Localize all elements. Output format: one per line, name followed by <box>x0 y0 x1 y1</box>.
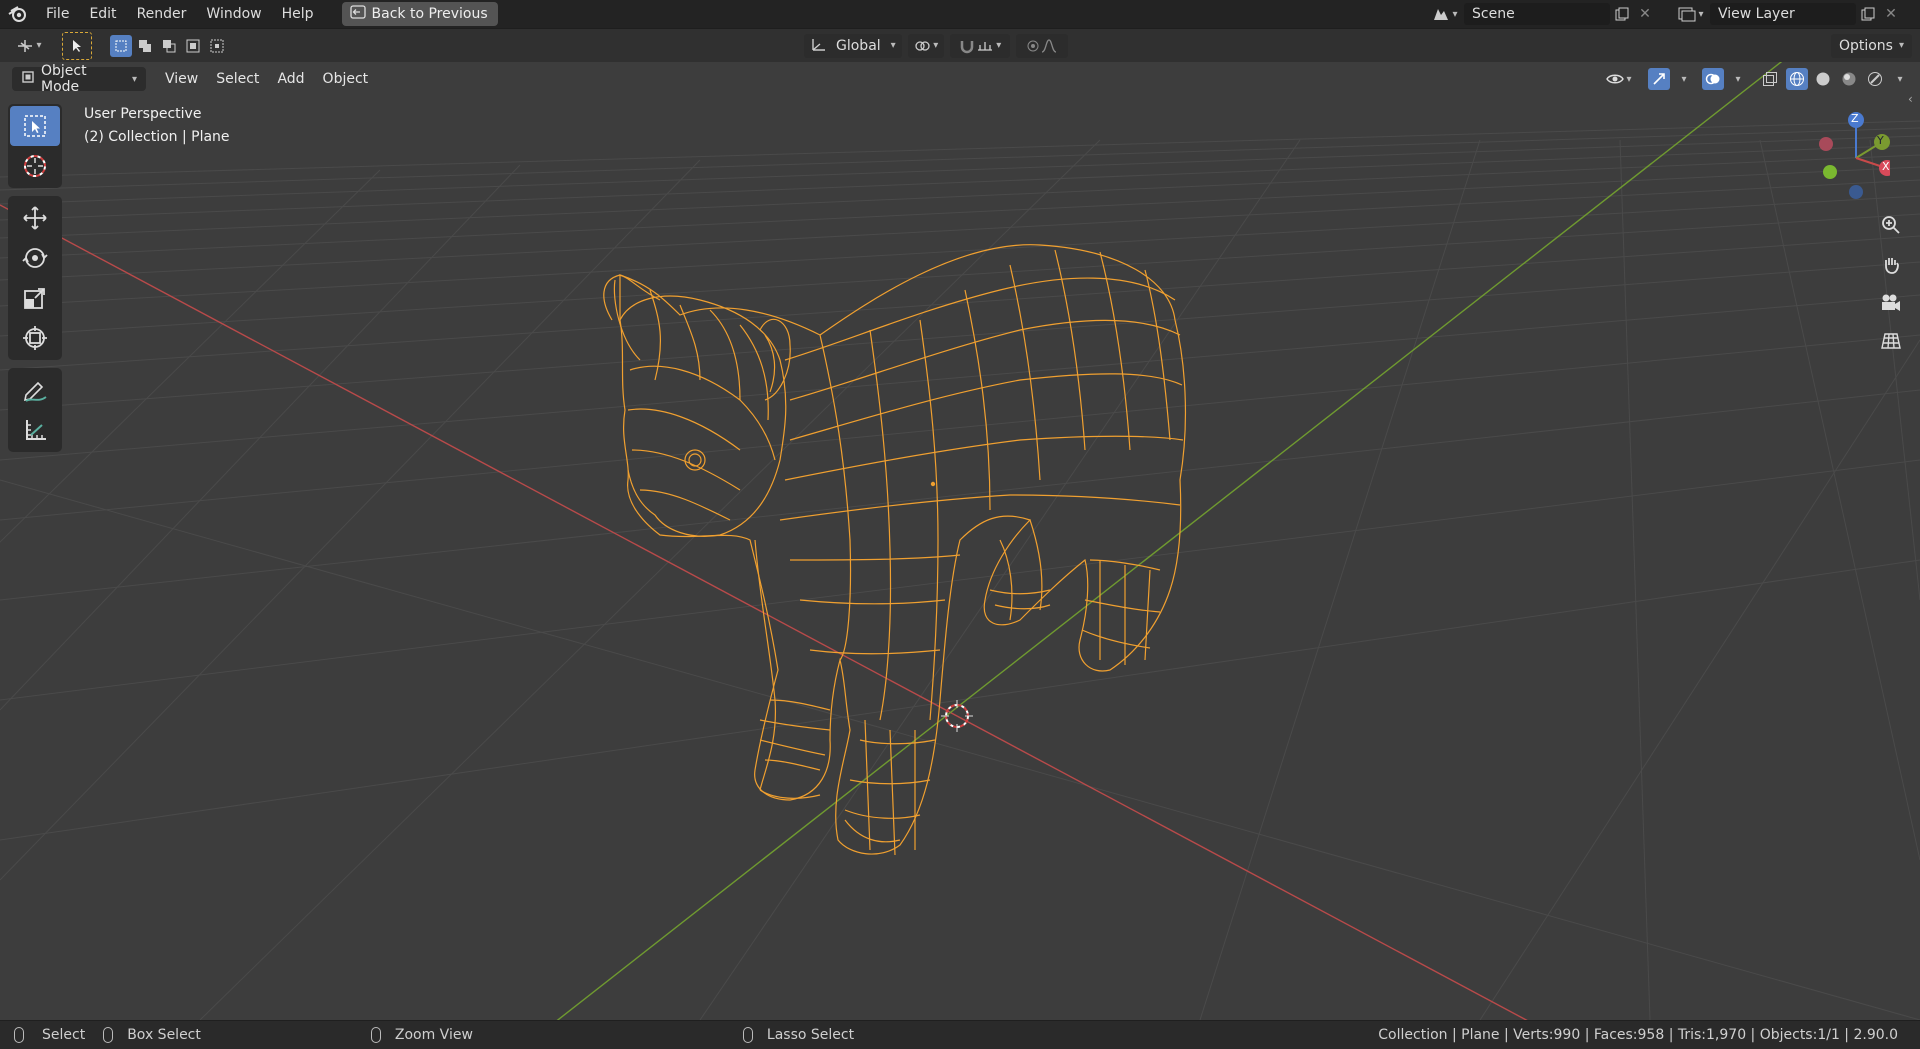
gizmo-toggle-icon[interactable] <box>1648 68 1670 90</box>
viewport-collection-label: (2) Collection | Plane <box>84 129 230 145</box>
menu-file[interactable]: File <box>36 0 79 28</box>
shading-solid-icon[interactable] <box>1812 68 1834 90</box>
proportional-editing-icon[interactable] <box>1015 33 1068 58</box>
viewport-menu-object[interactable]: Object <box>314 67 378 91</box>
shading-material-icon[interactable] <box>1838 68 1860 90</box>
scene-statistics: Collection | Plane | Verts:990 | Faces:9… <box>1378 1027 1898 1043</box>
viewport-menu-select[interactable]: Select <box>207 67 268 91</box>
options-dropdown[interactable]: Options ▾ <box>1830 33 1912 58</box>
blender-logo-icon[interactable] <box>0 5 36 23</box>
shading-wireframe-icon[interactable] <box>1786 68 1808 90</box>
tool-header: ▾ Global ▾ ▾ ▾ Options ▾ <box>0 28 1920 62</box>
scale-tool-icon[interactable] <box>10 278 60 318</box>
mouse-drag-icon <box>103 1027 114 1043</box>
scene-close-icon[interactable]: ✕ <box>1634 3 1656 25</box>
select-box-tool-icon[interactable] <box>10 106 60 146</box>
status-box-select: Box Select <box>103 1027 201 1043</box>
status-lasso-select: Lasso Select <box>742 1027 855 1043</box>
object-origin-dot <box>930 481 936 487</box>
select-mode-intersect-icon[interactable] <box>206 35 228 57</box>
menu-render[interactable]: Render <box>127 0 197 28</box>
view-layer-new-icon[interactable] <box>1856 3 1880 25</box>
scene-name-field[interactable]: Scene <box>1464 3 1610 25</box>
tool-select-icon[interactable] <box>62 31 92 60</box>
options-label: Options <box>1838 37 1893 54</box>
scene-new-icon[interactable] <box>1610 3 1634 25</box>
back-to-previous-button[interactable]: Back to Previous <box>341 2 498 26</box>
rotate-tool-icon[interactable] <box>10 238 60 278</box>
select-mode-subtract-icon[interactable] <box>158 35 180 57</box>
scene-browse-icon[interactable]: ▾ <box>1426 3 1464 25</box>
object-mode-label: Object Mode <box>41 63 87 95</box>
back-to-previous-label: Back to Previous <box>371 6 488 22</box>
gizmo-dropdown-icon[interactable]: ▾ <box>1674 68 1692 90</box>
shading-rendered-icon[interactable] <box>1864 68 1886 90</box>
3d-cursor-icon <box>941 700 973 732</box>
pan-hand-icon[interactable] <box>1874 248 1908 282</box>
3d-viewport[interactable]: User Perspective (2) Collection | Plane … <box>0 62 1920 1020</box>
bear-wireframe-mesh[interactable] <box>0 62 1920 1020</box>
shading-dropdown-icon[interactable]: ▾ <box>1890 68 1908 90</box>
select-mode-invert-icon[interactable] <box>182 35 204 57</box>
tool-shelf <box>8 104 62 460</box>
visibility-eye-icon[interactable]: ▾ <box>1600 68 1638 90</box>
status-lasso-select-label: Lasso Select <box>766 1027 855 1043</box>
zoom-icon[interactable] <box>1874 208 1908 242</box>
viewport-header: Object Mode ▾ View Select Add Object ▾ ▾… <box>0 62 1920 96</box>
cursor-tool-icon[interactable] <box>10 146 60 186</box>
measure-tool-icon[interactable] <box>10 410 60 450</box>
orientation-label: Global <box>836 37 881 54</box>
xray-toggle-icon[interactable] <box>1758 68 1782 90</box>
pivot-point-icon[interactable]: ▾ <box>907 33 944 58</box>
status-bar: Select Box Select Zoom View Lasso Select… <box>0 1020 1920 1049</box>
viewport-menu-add[interactable]: Add <box>268 67 313 91</box>
editor-type-icon[interactable]: ▾ <box>10 35 48 57</box>
snap-icon[interactable]: ▾ <box>949 33 1010 58</box>
viewport-perspective-label: User Perspective <box>84 106 202 122</box>
object-mode-dropdown[interactable]: Object Mode ▾ <box>12 63 146 95</box>
mouse-right-icon <box>742 1027 753 1043</box>
orthographic-grid-icon[interactable] <box>1874 324 1908 358</box>
view-layer-name-field[interactable]: View Layer <box>1710 3 1856 25</box>
view-layer-close-icon[interactable]: ✕ <box>1880 3 1902 25</box>
select-mode-extend-icon[interactable] <box>134 35 156 57</box>
menu-edit[interactable]: Edit <box>79 0 126 28</box>
object-mode-icon <box>21 70 35 88</box>
status-zoom-view-label: Zoom View <box>394 1027 473 1043</box>
top-menu-bar: File Edit Render Window Help Back to Pre… <box>0 0 1920 28</box>
menu-help[interactable]: Help <box>272 0 324 28</box>
gizmo-x-label: X <box>1882 160 1890 173</box>
view-layer-browse-icon[interactable]: ▾ <box>1672 3 1710 25</box>
select-mode-new-icon[interactable] <box>110 34 132 57</box>
status-box-select-label: Box Select <box>127 1027 201 1043</box>
move-tool-icon[interactable] <box>10 198 60 238</box>
camera-view-icon[interactable] <box>1874 286 1908 320</box>
transform-orientation-dropdown[interactable]: Global ▾ <box>804 33 902 58</box>
status-zoom-view: Zoom View <box>370 1027 473 1043</box>
overlays-dropdown-icon[interactable]: ▾ <box>1728 68 1746 90</box>
back-icon <box>349 5 366 23</box>
status-select: Select <box>14 1027 85 1043</box>
mouse-middle-icon <box>370 1027 381 1043</box>
status-select-label: Select <box>42 1027 86 1043</box>
gizmo-z-label: Z <box>1851 112 1859 125</box>
annotate-tool-icon[interactable] <box>10 370 60 410</box>
overlays-toggle-icon[interactable] <box>1702 68 1724 90</box>
orientation-icon <box>810 36 828 56</box>
gizmo-y-label: Y <box>1877 134 1884 147</box>
mouse-left-icon <box>14 1027 24 1043</box>
transform-tool-icon[interactable] <box>10 318 60 358</box>
viewport-menu-view[interactable]: View <box>156 67 207 91</box>
navigation-gizmo[interactable]: Z Y X <box>1810 112 1895 202</box>
menu-window[interactable]: Window <box>196 0 271 28</box>
